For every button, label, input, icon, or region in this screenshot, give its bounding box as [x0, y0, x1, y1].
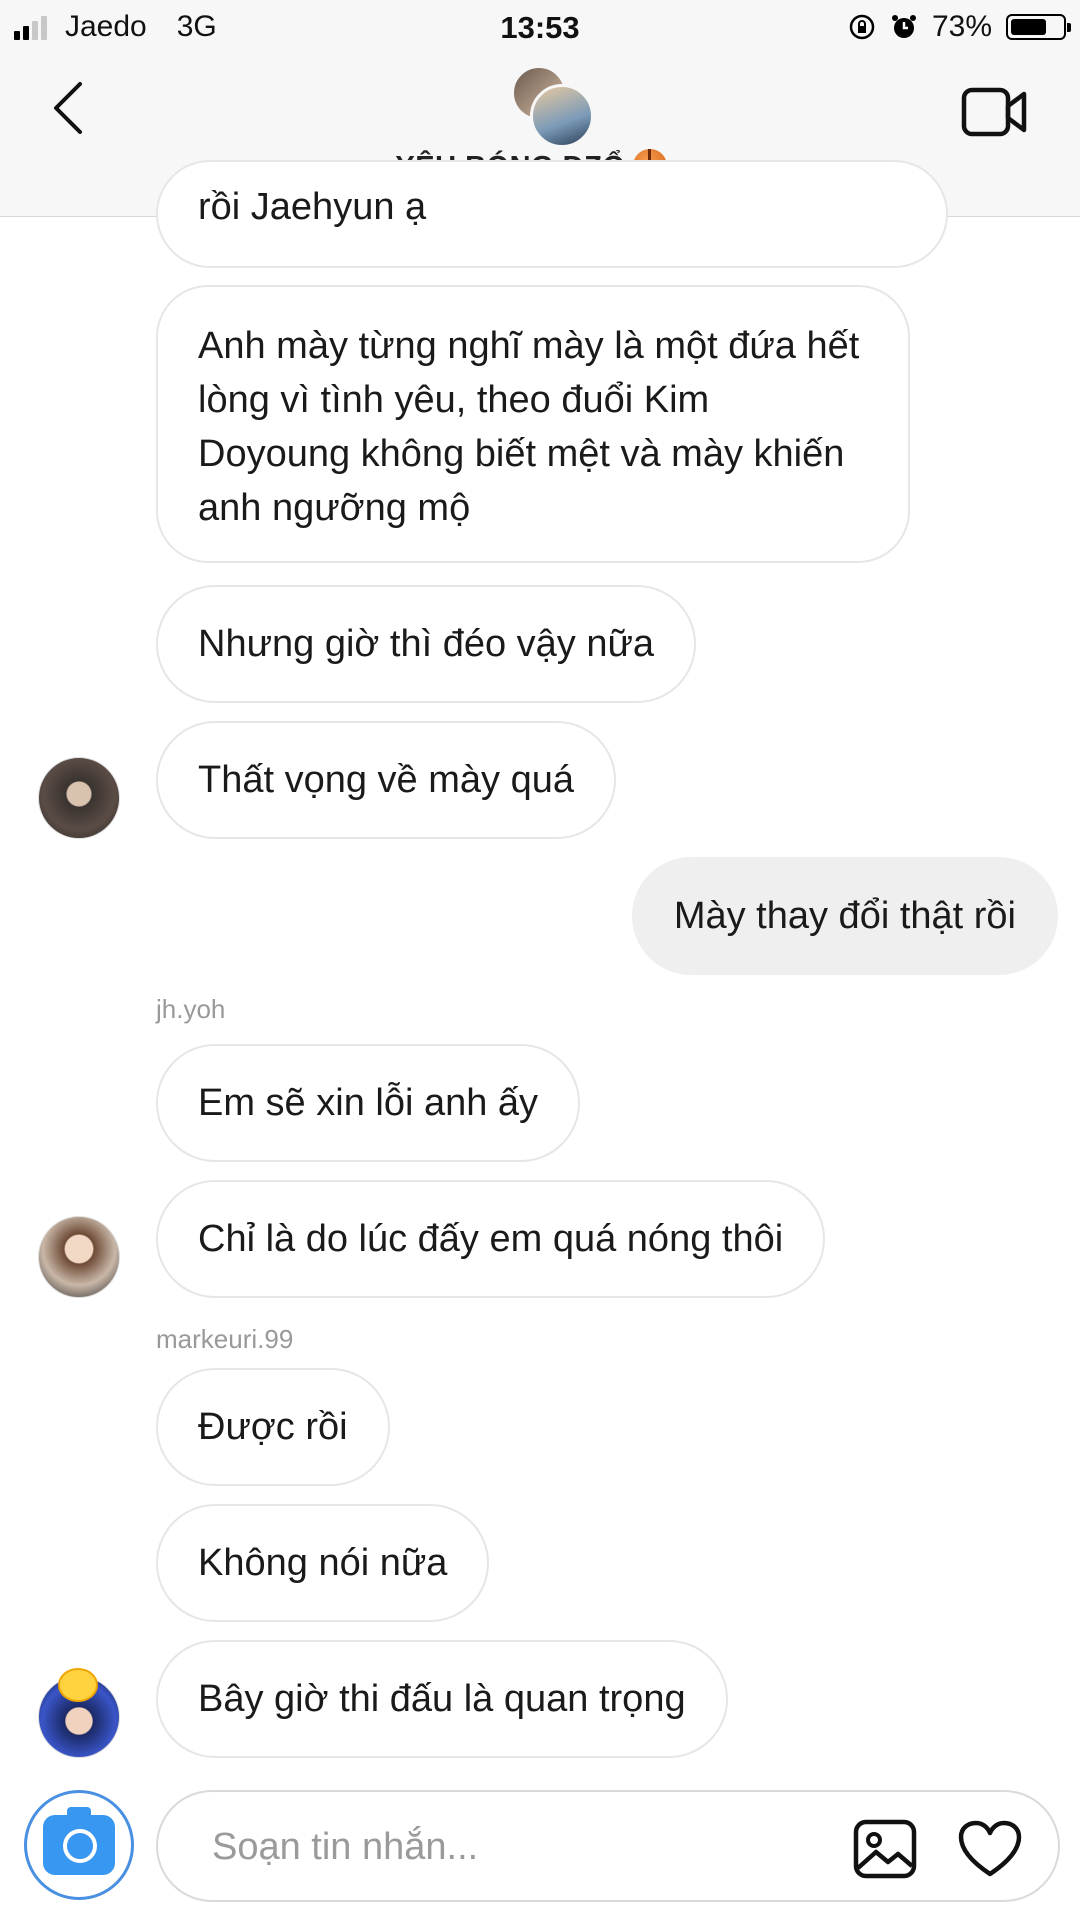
message-text: Anh mày từng nghĩ mày là một đứa hết lòn…	[198, 325, 860, 529]
battery-percent: 73%	[931, 10, 992, 43]
message-text: Em sẽ xin lỗi anh ấy	[198, 1082, 539, 1124]
sender-name: markeuri.99	[156, 1324, 294, 1354]
alarm-icon	[891, 15, 916, 38]
battery-fill	[1011, 19, 1046, 35]
chevron-left-icon[interactable]	[42, 78, 102, 138]
message-bubble[interactable]: rồi Jaehyun ạ	[156, 160, 948, 268]
message-bubble-outgoing[interactable]: Mày thay đổi thật rồi	[631, 857, 1058, 975]
group-avatar-front	[530, 84, 594, 148]
message-text: Bây giờ thi đấu là quan trọng	[198, 1678, 686, 1720]
rotation-lock-icon	[849, 14, 875, 40]
message-text: rồi Jaehyun ạ	[198, 186, 427, 228]
avatar[interactable]	[38, 1216, 120, 1298]
battery-icon	[1006, 14, 1071, 40]
heart-icon[interactable]	[958, 1820, 1022, 1878]
message-composer	[156, 1790, 1060, 1902]
message-bubble[interactable]: Không nói nữa	[156, 1504, 490, 1622]
smiley-sticker-icon	[58, 1668, 98, 1702]
message-text: Nhưng giờ thì đéo vậy nữa	[198, 623, 655, 665]
status-bar: Jaedo 3G 13:53 73%	[0, 0, 1080, 56]
sender-name: jh.yoh	[156, 994, 226, 1024]
avatar[interactable]	[38, 757, 120, 839]
message-bubble[interactable]: Chỉ là do lúc đấy em quá nóng thôi	[156, 1180, 826, 1298]
camera-icon	[43, 1807, 115, 1875]
message-bubble[interactable]: Em sẽ xin lỗi anh ấy	[156, 1044, 581, 1162]
message-bubble[interactable]: Anh mày từng nghĩ mày là một đứa hết lòn…	[156, 285, 910, 563]
message-bubble[interactable]: Được rồi	[156, 1368, 390, 1486]
message-text: Được rồi	[198, 1406, 348, 1448]
image-gallery-icon[interactable]	[852, 1818, 918, 1880]
message-text: Chỉ là do lúc đấy em quá nóng thôi	[198, 1218, 784, 1260]
group-avatar[interactable]	[512, 66, 594, 148]
message-bubble[interactable]: Bây giờ thi đấu là quan trọng	[156, 1640, 728, 1758]
message-text: Không nói nữa	[198, 1542, 448, 1584]
video-camera-icon[interactable]	[960, 84, 1028, 140]
message-text: Mày thay đổi thật rồi	[673, 895, 1016, 937]
status-right: 73%	[848, 10, 1071, 44]
message-bubble[interactable]: Thất vọng về mày quá	[156, 721, 616, 839]
message-text: Thất vọng về mày quá	[198, 759, 574, 801]
camera-button[interactable]	[24, 1790, 134, 1900]
message-input[interactable]	[210, 1818, 774, 1876]
message-bubble[interactable]: Nhưng giờ thì đéo vậy nữa	[156, 585, 697, 703]
